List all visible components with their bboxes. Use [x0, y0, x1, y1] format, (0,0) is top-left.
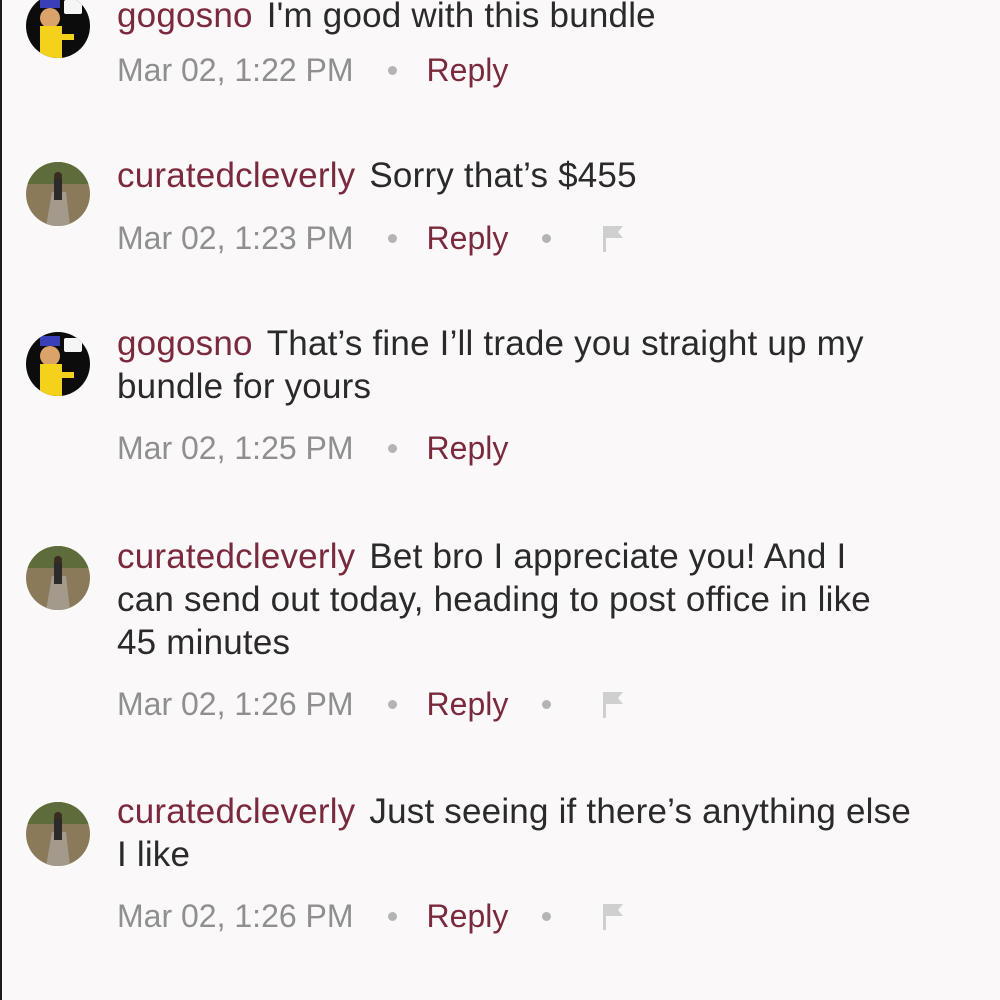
curatedcleverly-avatar-icon	[26, 162, 90, 226]
comment-body: curatedcleverly Bet bro I appreciate you!…	[117, 535, 977, 664]
comment-username[interactable]: gogosno	[117, 0, 253, 35]
flag-icon[interactable]	[601, 688, 627, 720]
comment-item: curatedcleverly Just seeing if there’s an…	[26, 792, 986, 950]
comment-timestamp: Mar 02, 1:23 PM	[117, 220, 354, 256]
avatar[interactable]	[26, 546, 90, 610]
curatedcleverly-avatar-icon	[26, 546, 90, 610]
comment-body: curatedcleverly Sorry that’s $455	[117, 154, 977, 197]
reply-button[interactable]: Reply	[427, 684, 509, 724]
separator-dot	[542, 699, 552, 709]
comment-meta: Mar 02, 1:25 PM Reply	[117, 428, 508, 468]
gogosno-avatar-icon	[26, 332, 90, 396]
comment-text: Sorry that’s $455	[369, 156, 637, 195]
comment-meta: Mar 02, 1:22 PM Reply	[117, 50, 508, 90]
comment-item: curatedcleverly Bet bro I appreciate you!…	[26, 537, 986, 744]
comment-body: curatedcleverly Just seeing if there’s an…	[117, 790, 977, 876]
comment-text: Bet bro I appreciate you! And I	[369, 537, 847, 576]
comment-timestamp: Mar 02, 1:26 PM	[117, 686, 354, 722]
flag-icon[interactable]	[601, 900, 627, 932]
separator-dot	[542, 233, 552, 243]
comment-username[interactable]: curatedcleverly	[117, 537, 355, 576]
separator-dot	[387, 443, 397, 453]
comment-username[interactable]: gogosno	[117, 324, 253, 363]
reply-button[interactable]: Reply	[427, 428, 509, 468]
comment-body: gogosno I'm good with this bundle	[117, 0, 977, 37]
comment-meta: Mar 02, 1:26 PM Reply	[117, 684, 627, 724]
separator-dot	[387, 911, 397, 921]
avatar[interactable]	[26, 332, 90, 396]
comment-text: Just seeing if there’s anything else	[369, 792, 911, 831]
comment-body: gogosno That’s fine I’ll trade you straig…	[117, 322, 977, 408]
avatar[interactable]	[26, 802, 90, 866]
comment-timestamp: Mar 02, 1:25 PM	[117, 430, 354, 466]
separator-dot	[542, 911, 552, 921]
avatar[interactable]	[26, 0, 90, 58]
curatedcleverly-avatar-icon	[26, 802, 90, 866]
comment-text-continued: I like	[117, 835, 191, 874]
comment-timestamp: Mar 02, 1:26 PM	[117, 898, 354, 934]
comment-username[interactable]: curatedcleverly	[117, 792, 355, 831]
comment-username[interactable]: curatedcleverly	[117, 156, 355, 195]
flag-icon[interactable]	[601, 222, 627, 254]
comment-text: I'm good with this bundle	[266, 0, 656, 35]
comment-text: That’s fine I’ll trade you straight up m…	[266, 324, 864, 363]
comment-meta: Mar 02, 1:23 PM Reply	[117, 218, 627, 258]
comment-text-continued: 45 minutes	[117, 623, 291, 662]
comment-item: gogosno That’s fine I’ll trade you straig…	[26, 324, 986, 482]
reply-button[interactable]: Reply	[427, 50, 509, 90]
left-edge-rule	[0, 0, 2, 1000]
reply-button[interactable]: Reply	[427, 896, 509, 936]
avatar[interactable]	[26, 162, 90, 226]
gogosno-avatar-icon	[26, 0, 90, 58]
comment-text-continued: bundle for yours	[117, 367, 372, 406]
comment-text-continued: can send out today, heading to post offi…	[117, 580, 871, 619]
comment-meta: Mar 02, 1:26 PM Reply	[117, 896, 627, 936]
separator-dot	[387, 65, 397, 75]
separator-dot	[387, 699, 397, 709]
comment-timestamp: Mar 02, 1:22 PM	[117, 52, 354, 88]
reply-button[interactable]: Reply	[427, 218, 509, 258]
comment-item: gogosno I'm good with this bundle Mar 02,…	[26, 0, 986, 94]
comment-item: curatedcleverly Sorry that’s $455 Mar 02,…	[26, 156, 986, 270]
separator-dot	[387, 233, 397, 243]
